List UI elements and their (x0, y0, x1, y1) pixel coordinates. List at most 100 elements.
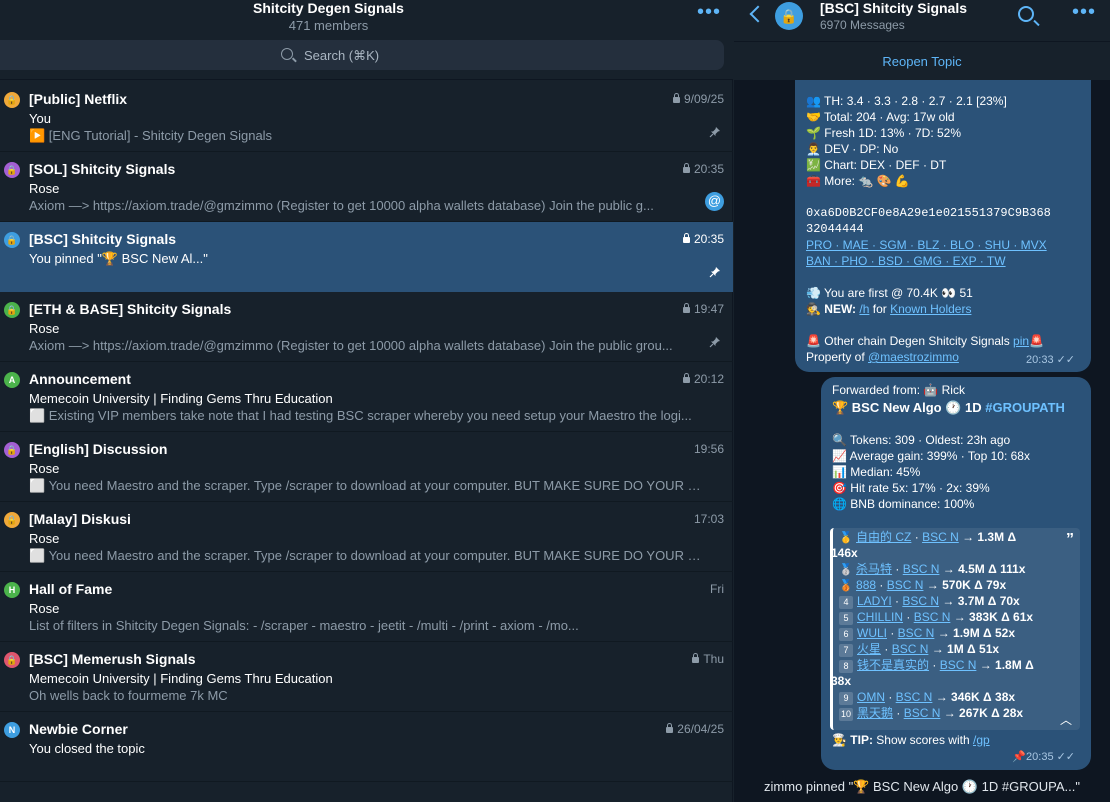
h-command-link[interactable]: /h (859, 302, 869, 316)
token-link[interactable]: 888 (856, 578, 876, 592)
topic-row[interactable]: 🔒 [ETH & BASE] Shitcity Signals 19:47 Rose A… (0, 292, 733, 362)
gp-command-link[interactable]: /gp (973, 733, 990, 747)
lock-icon (682, 233, 690, 243)
topic-row[interactable]: N Newbie Corner 26/04/25 You closed the top… (0, 712, 733, 782)
token-link[interactable]: 钱不是真实的 (857, 658, 929, 672)
topic-row[interactable]: 🔒 [English] Discussion 19:56 Rose ⬜ You need… (0, 432, 733, 502)
last-sender: Memecoin University | Finding Gems Thru … (29, 391, 333, 406)
last-sender: You (29, 111, 51, 126)
topic-time: 19:56 (693, 442, 724, 456)
search-icon[interactable] (1018, 6, 1034, 22)
more-options-icon[interactable]: ••• (697, 2, 720, 24)
chain-link[interactable]: BSC N (898, 626, 935, 640)
new-holders-line: 🕵 NEW: /h for Known Holders (806, 302, 972, 316)
lock-icon (682, 163, 690, 173)
lock-icon (672, 93, 680, 103)
topic-row[interactable]: 🔒 [BSC] Memerush Signals Thu Memecoin Unive… (0, 642, 733, 712)
contract-address-cont[interactable]: 32044444 (806, 221, 864, 237)
pin-link[interactable]: pin (1013, 334, 1029, 348)
leaderboard-row: 🥉 888 · BSC N → 570K Δ 79x (839, 578, 1007, 592)
chain-link[interactable]: BSC N (902, 594, 939, 608)
leaderboard-quote[interactable]: ” 🥇 自由的 CZ · BSC N → 1.3M Δ 146x 🥈 杀马特 · B… (830, 528, 1080, 730)
contract-address[interactable]: 0xa6D0B2CF0e8A29e1e021551379C9B368 (806, 205, 1051, 221)
last-sender: You pinned "🏆 BSC New Al..." (29, 251, 208, 266)
topic-avatar[interactable]: 🔒 (775, 2, 803, 30)
rank-badge: 10 (839, 708, 853, 721)
topic-row[interactable]: 🔒 [Public] Netflix 9/09/25 You ▶️ [ENG Tutor… (0, 82, 733, 152)
token-link[interactable]: LADYI (857, 594, 892, 608)
leaderboard-row: 🥇 自由的 CZ · BSC N → 1.3M Δ (839, 530, 1017, 544)
quote-icon: ” (1066, 531, 1074, 548)
topic-time: Thu (692, 652, 724, 666)
topic-time: 20:12 (682, 372, 724, 386)
chain-link[interactable]: BSC N (887, 578, 924, 592)
read-checks-icon: ✓✓ (1056, 751, 1075, 763)
last-sender: Memecoin University | Finding Gems Thru … (29, 671, 333, 686)
bot-links-row-2[interactable]: BAN · PHO · BSD · GMG · EXP · TW (806, 253, 1006, 269)
search-input[interactable]: Search (⌘K) (0, 40, 724, 70)
topic-avatar: H (4, 582, 20, 598)
topic-title[interactable]: [BSC] Shitcity Signals (820, 0, 967, 16)
chain-link[interactable]: BSC N (896, 690, 933, 704)
token-link[interactable]: 黑天鹅 (857, 706, 893, 720)
reopen-topic-bar: Reopen Topic (734, 41, 1110, 80)
first-buyer-line: 💨 You are first @ 70.4K 👀 51 (806, 286, 973, 300)
more-options-icon[interactable]: ••• (1072, 2, 1096, 22)
token-link[interactable]: 自由的 CZ (856, 530, 911, 544)
leaderboard-row: 5 CHILLIN · BSC N → 383K Δ 61x (839, 609, 1033, 625)
maestrozimmo-link[interactable]: @maestrozimmo (868, 350, 959, 364)
chain-link[interactable]: BSC N (914, 610, 951, 624)
topic-title: Hall of Fame (29, 581, 113, 597)
topic-title: [BSC] Shitcity Signals (29, 231, 177, 247)
reopen-topic-button[interactable]: Reopen Topic (734, 54, 1110, 69)
last-sender: Rose (29, 461, 60, 476)
chain-link[interactable]: BSC N (892, 642, 929, 656)
algo-stat-line: 🎯 Hit rate 5x: 17% · 2x: 39% (832, 481, 990, 495)
pin-icon: 📌 (1012, 751, 1027, 763)
token-link[interactable]: 杀马特 (856, 562, 892, 576)
read-checks-icon: ✓✓ (1056, 354, 1075, 366)
rank-badge: 8 (839, 660, 853, 673)
topic-row[interactable]: A Announcement 20:12 Memecoin University | … (0, 362, 733, 432)
group-members-count: 471 members (288, 18, 369, 33)
topic-time: 9/09/25 (672, 92, 724, 106)
property-line: Property of @maestrozimmo (806, 350, 959, 364)
pin-icon (709, 127, 720, 138)
token-link[interactable]: OMN (857, 690, 885, 704)
last-message-preview: Axiom —> https://axiom.trade/@gmzimmo (R… (29, 198, 654, 213)
message-bubble[interactable]: 👥 TH: 3.4 · 3.3 · 2.8 · 2.7 · 2.1 [23%] 🤝… (795, 74, 1091, 372)
last-message-preview: ⬜ You need Maestro and the scraper. Type… (29, 478, 704, 493)
token-link[interactable]: WULI (857, 626, 887, 640)
tip-line: 👨‍🍳 TIP: Show scores with /gp (832, 733, 990, 747)
mention-badge[interactable]: @ (705, 192, 724, 211)
bot-links-row-1[interactable]: PRO · MAE · SGM · BLZ · BLO · SHU · MVX (806, 237, 1047, 253)
chain-link[interactable]: BSC N (940, 658, 977, 672)
topic-row[interactable]: 🔒 [Malay] Diskusi 17:03 Rose ⬜ You need Maes… (0, 502, 733, 572)
collapse-chevron-icon[interactable]: ︿ (1060, 711, 1072, 728)
topic-row[interactable]: H Hall of Fame Fri Rose List of filters in S… (0, 572, 733, 642)
token-link[interactable]: CHILLIN (857, 610, 903, 624)
rank-badge: 6 (839, 628, 853, 641)
search-icon (281, 48, 293, 60)
token-link[interactable]: 火星 (857, 642, 881, 656)
back-arrow-icon[interactable] (749, 5, 767, 23)
chain-link[interactable]: BSC N (904, 706, 941, 720)
topic-row[interactable]: 🔒 [SOL] Shitcity Signals 20:35 Rose Axiom —>… (0, 152, 733, 222)
chain-link[interactable]: BSC N (903, 562, 940, 576)
token-info-line: 🧰 More: 🐀 🎨 💪 (806, 174, 910, 188)
forwarded-message-bubble[interactable]: Forwarded from: 🤖 Rick 🏆 BSC New Algo 🕐 … (821, 377, 1091, 770)
last-message-preview: ⬜ You need Maestro and the scraper. Type… (29, 548, 704, 563)
algo-stat-line: 🔍 Tokens: 309 · Oldest: 23h ago (832, 433, 1011, 447)
last-message-preview: ⬜ Existing VIP members take note that I … (29, 408, 692, 423)
topic-time: Fri (710, 582, 724, 596)
pinned-service-message[interactable]: zimmo pinned "🏆 BSC New Algo 🕐 1D #GROUP… (734, 779, 1110, 795)
algo-title: 🏆 BSC New Algo 🕐 1D #GROUPATH (832, 400, 1065, 415)
chain-link[interactable]: BSC N (922, 530, 959, 544)
topics-header: Shitcity Degen Signals 471 members ••• S… (0, 0, 733, 80)
topic-row[interactable]: 🔒 [BSC] Shitcity Signals 20:35 You pinned "… (0, 222, 733, 292)
medal-icon: 🥈 (839, 564, 853, 576)
hashtag-link[interactable]: #GROUPATH (985, 400, 1065, 415)
medal-icon: 🥉 (839, 580, 853, 592)
forwarded-from[interactable]: Forwarded from: 🤖 Rick (832, 382, 965, 398)
known-holders-link[interactable]: Known Holders (890, 302, 971, 316)
